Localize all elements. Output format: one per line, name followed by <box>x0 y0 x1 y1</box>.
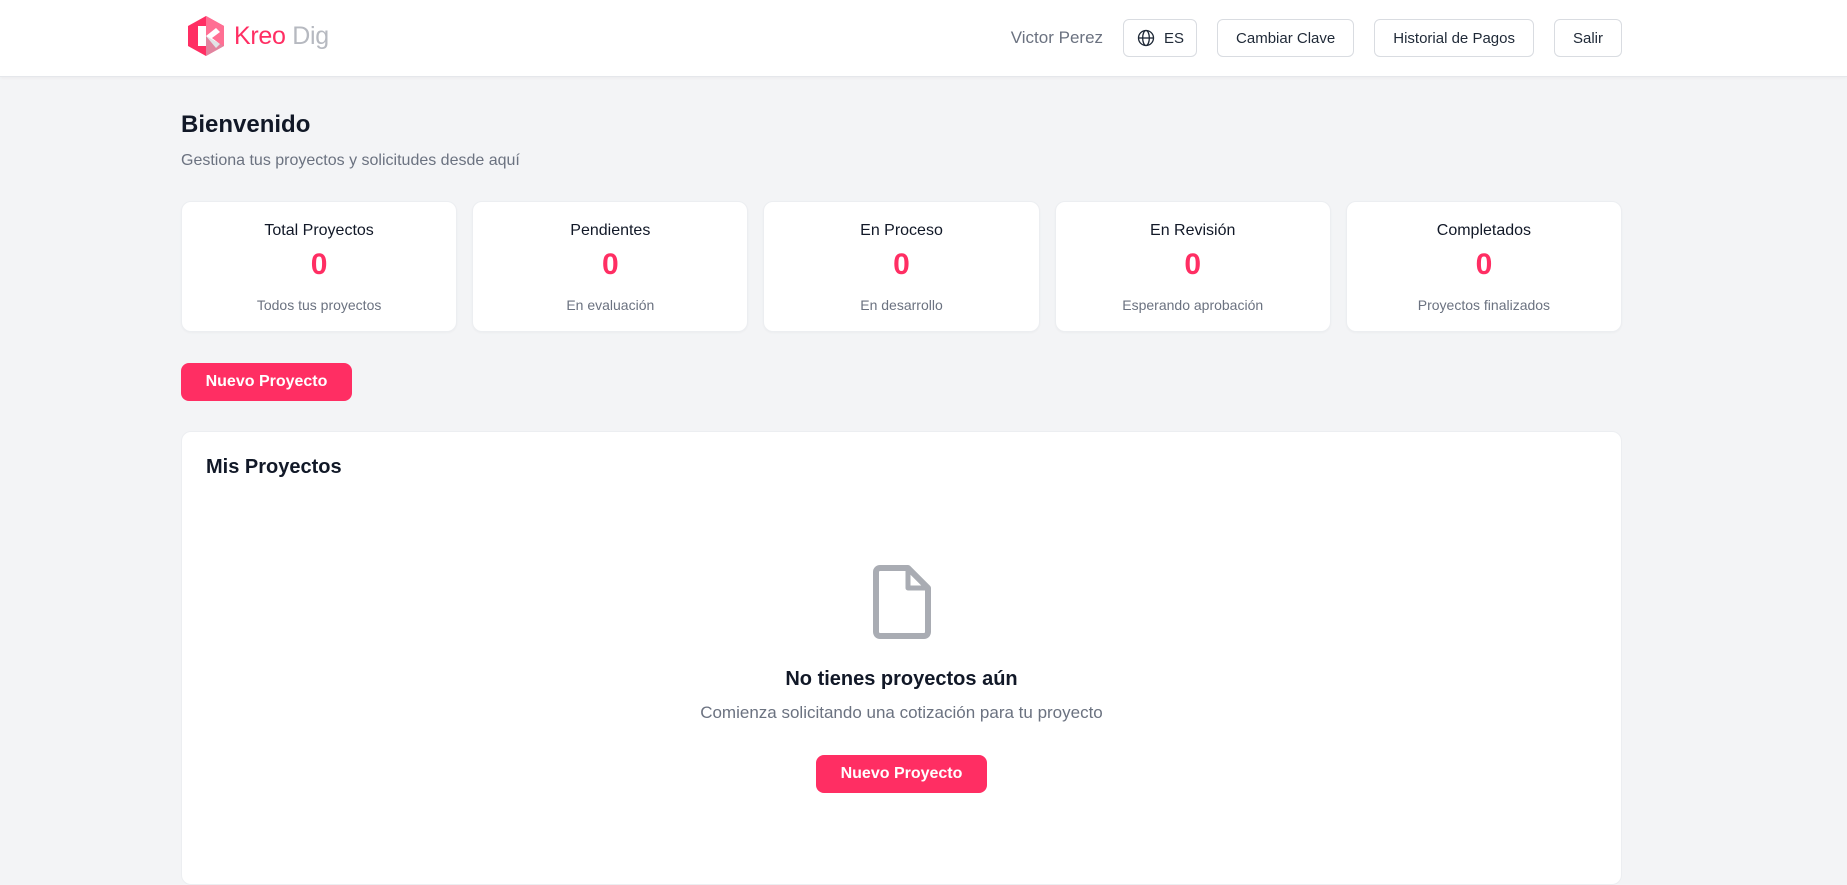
header-actions: Victor Perez ES Cambiar Clave Historial … <box>1011 19 1622 57</box>
top-navbar: Kreo Dig Victor Perez ES Cambiar Clave H… <box>0 0 1847 77</box>
page-subtitle: Gestiona tus proyectos y solicitudes des… <box>181 152 520 169</box>
globe-icon <box>1137 29 1155 47</box>
stat-card-total: Total Proyectos 0 Todos tus proyectos <box>181 201 458 332</box>
language-code: ES <box>1164 29 1185 47</box>
brand-name-part2: Dig <box>292 21 329 50</box>
stats-row: Total Proyectos 0 Todos tus proyectos Pe… <box>181 201 1623 332</box>
stat-description: En evaluación <box>566 297 655 313</box>
empty-state: No tienes proyectos aún Comienza solicit… <box>182 564 1621 793</box>
panel-title: Mis Proyectos <box>206 456 342 478</box>
my-projects-panel: Mis Proyectos No tienes proyectos aún Co… <box>181 431 1622 885</box>
stat-description: Esperando aprobación <box>1122 297 1264 313</box>
brand-name-part1: Kreo <box>234 21 286 50</box>
stat-value: 0 <box>893 248 910 281</box>
payment-history-button[interactable]: Historial de Pagos <box>1374 19 1534 57</box>
brand-name: Kreo Dig <box>234 22 329 51</box>
stat-description: Proyectos finalizados <box>1417 297 1551 313</box>
new-project-empty-button[interactable]: Nuevo Proyecto <box>816 755 987 793</box>
brand-logo[interactable]: Kreo Dig <box>186 14 329 58</box>
stat-card-pending: Pendientes 0 En evaluación <box>472 201 749 332</box>
stat-title: Pendientes <box>570 222 651 239</box>
change-password-button[interactable]: Cambiar Clave <box>1217 19 1355 57</box>
language-selector-button[interactable]: ES <box>1123 19 1198 57</box>
stat-card-completed: Completados 0 Proyectos finalizados <box>1345 201 1623 332</box>
logout-button[interactable]: Salir <box>1553 19 1622 57</box>
new-project-button[interactable]: Nuevo Proyecto <box>181 363 352 401</box>
stat-title: Completados <box>1436 222 1532 239</box>
stat-title: En Revisión <box>1150 222 1236 239</box>
stat-value: 0 <box>310 248 328 281</box>
stat-title: Total Proyectos <box>264 222 374 239</box>
stat-value: 0 <box>1475 248 1493 281</box>
user-name: Victor Perez <box>1010 28 1104 47</box>
stat-description: En desarrollo <box>860 297 943 313</box>
stat-description: Todos tus proyectos <box>256 297 382 313</box>
page-title: Bienvenido <box>181 111 311 138</box>
stat-card-in-progress: En Proceso 0 En desarrollo <box>763 201 1040 332</box>
empty-state-title: No tienes proyectos aún <box>785 668 1018 690</box>
stat-value: 0 <box>1184 248 1202 281</box>
empty-state-description: Comienza solicitando una cotización para… <box>700 703 1103 722</box>
kreo-dig-logo-icon <box>188 16 224 56</box>
document-icon <box>872 565 931 639</box>
stat-card-in-review: En Revisión 0 Esperando aprobación <box>1054 201 1331 332</box>
stat-value: 0 <box>601 248 619 281</box>
stat-title: En Proceso <box>860 222 943 239</box>
